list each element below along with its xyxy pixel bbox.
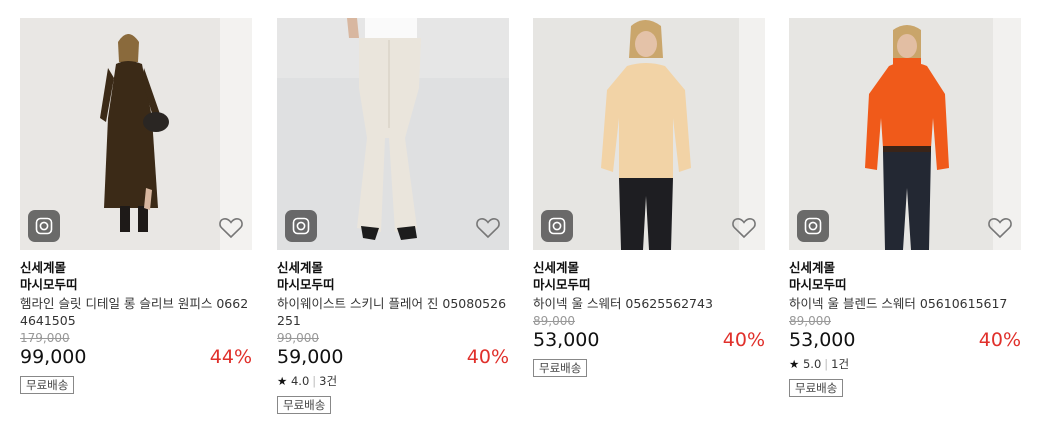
instagram-icon (548, 217, 566, 235)
heart-icon[interactable] (475, 216, 501, 240)
instagram-button[interactable] (541, 210, 573, 242)
product-image[interactable] (533, 18, 765, 250)
discount-rate: 40% (978, 329, 1021, 351)
instagram-button[interactable] (797, 210, 829, 242)
product-card[interactable]: 신세계몰 마시모두띠 헴라인 슬릿 디테일 롱 슬리브 원피스 06624641… (20, 0, 252, 394)
heart-icon[interactable] (987, 216, 1013, 240)
product-info: 신세계몰 마시모두띠 하이넥 울 블렌드 스웨터 05610615617 89,… (789, 259, 1021, 397)
instagram-button[interactable] (28, 210, 60, 242)
discount-rate: 40% (722, 329, 765, 351)
free-shipping-badge: 무료배송 (789, 379, 844, 397)
price-row: 53,000 40% (789, 329, 1021, 351)
mall-tag: 신세계몰 (533, 260, 580, 275)
product-grid: 신세계몰 마시모두띠 헴라인 슬릿 디테일 롱 슬리브 원피스 06624641… (0, 0, 1050, 423)
product-name[interactable]: 하이넥 울 스웨터 05625562743 (533, 295, 765, 312)
product-image[interactable] (789, 18, 1021, 250)
rating-score: 5.0 (802, 357, 822, 371)
rating-score: 4.0 (290, 374, 310, 388)
brand-name[interactable]: 마시모두띠 (533, 276, 765, 293)
product-name[interactable]: 헴라인 슬릿 디테일 롱 슬리브 원피스 06624641505 (20, 295, 252, 329)
instagram-button[interactable] (285, 210, 317, 242)
rating[interactable]: ★ 5.0 | 1건 (789, 357, 1021, 371)
free-shipping-badge: 무료배송 (20, 376, 75, 394)
rating[interactable]: ★ 4.0 | 3건 (277, 374, 509, 388)
instagram-icon (35, 217, 53, 235)
divider: | (824, 357, 829, 371)
review-count: 3건 (319, 374, 338, 388)
product-image[interactable] (20, 18, 252, 250)
mall-tag: 신세계몰 (20, 260, 67, 275)
product-card[interactable]: 신세계몰 마시모두띠 하이웨이스트 스키니 플레어 진 05080526251 … (277, 0, 509, 414)
review-count: 1건 (831, 357, 850, 371)
discount-rate: 40% (466, 346, 509, 368)
product-info: 신세계몰 마시모두띠 헴라인 슬릿 디테일 롱 슬리브 원피스 06624641… (20, 259, 252, 394)
product-card[interactable]: 신세계몰 마시모두띠 하이넥 울 스웨터 05625562743 89,000 … (533, 0, 765, 377)
product-card[interactable]: 신세계몰 마시모두띠 하이넥 울 블렌드 스웨터 05610615617 89,… (789, 0, 1021, 397)
original-price: 89,000 (789, 314, 831, 328)
product-name[interactable]: 하이웨이스트 스키니 플레어 진 05080526251 (277, 295, 509, 329)
instagram-icon (804, 217, 822, 235)
product-info: 신세계몰 마시모두띠 하이넥 울 스웨터 05625562743 89,000 … (533, 259, 765, 377)
free-shipping-badge: 무료배송 (277, 396, 332, 414)
heart-icon[interactable] (218, 216, 244, 240)
price-row: 99,000 44% (20, 346, 252, 368)
product-image[interactable] (277, 18, 509, 250)
free-shipping-badge: 무료배송 (533, 359, 588, 377)
heart-icon[interactable] (731, 216, 757, 240)
brand-name[interactable]: 마시모두띠 (277, 276, 509, 293)
product-info: 신세계몰 마시모두띠 하이웨이스트 스키니 플레어 진 05080526251 … (277, 259, 509, 414)
sale-price: 59,000 (277, 346, 344, 368)
divider: | (312, 374, 317, 388)
instagram-icon (292, 217, 310, 235)
sale-price: 99,000 (20, 346, 87, 368)
brand-name[interactable]: 마시모두띠 (789, 276, 1021, 293)
sale-price: 53,000 (533, 329, 600, 351)
product-name[interactable]: 하이넥 울 블렌드 스웨터 05610615617 (789, 295, 1021, 312)
price-row: 59,000 40% (277, 346, 509, 368)
original-price: 179,000 (20, 331, 70, 345)
star-icon: ★ (789, 357, 800, 371)
mall-tag: 신세계몰 (789, 260, 836, 275)
discount-rate: 44% (209, 346, 252, 368)
price-row: 53,000 40% (533, 329, 765, 351)
star-icon: ★ (277, 374, 288, 388)
mall-tag: 신세계몰 (277, 260, 324, 275)
original-price: 89,000 (533, 314, 575, 328)
sale-price: 53,000 (789, 329, 856, 351)
brand-name[interactable]: 마시모두띠 (20, 276, 252, 293)
original-price: 99,000 (277, 331, 319, 345)
